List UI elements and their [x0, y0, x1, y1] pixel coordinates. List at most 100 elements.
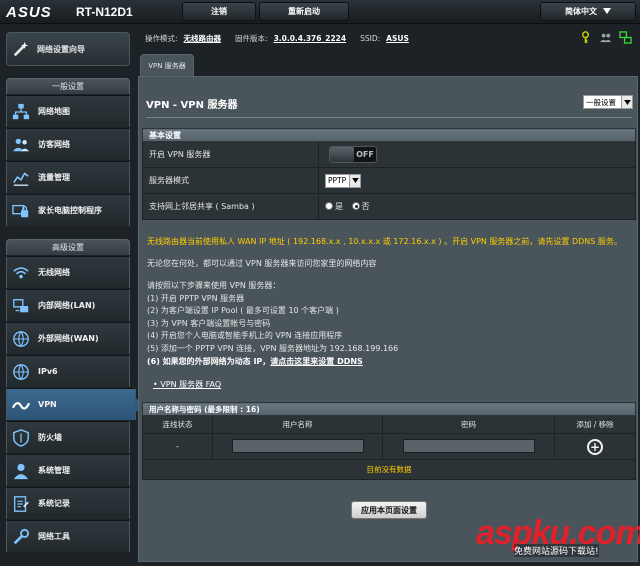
- language-label: 简体中文: [565, 7, 597, 16]
- status-line: 操作模式: 无线路由器 固件版本: 3.0.0.4.376_2224 SSID:…: [145, 32, 409, 44]
- step-item: (1) 开启 PPTP VPN 服务器: [147, 293, 245, 303]
- main-panel: VPN - VPN 服务器 一般设置 基本设置 开启 VPN 服务器 OFF 服…: [138, 76, 638, 562]
- samba-no-radio[interactable]: 否: [351, 201, 370, 212]
- sidebar-item-guest-network[interactable]: 访客网络: [6, 128, 130, 160]
- chevron-down-icon: [621, 96, 632, 108]
- sidebar-item-label: 家长电脑控制程序: [38, 206, 102, 215]
- firmware-version-link[interactable]: 3.0.0.4.376_2224: [274, 34, 347, 43]
- step6-text: (6) 如果您的外部网络为动态 IP，: [147, 356, 271, 366]
- sidebar-item-parental-control[interactable]: 家长电脑控制程序: [6, 194, 130, 226]
- col-connection-status: 连线状态: [142, 415, 213, 434]
- asus-logo: ASUS: [6, 4, 52, 21]
- ssid-label: SSID:: [360, 33, 381, 43]
- sidebar-item-wan[interactable]: 外部网络(WAN): [6, 322, 130, 354]
- page-title: VPN - VPN 服务器: [146, 100, 238, 111]
- settings-type-select[interactable]: 一般设置: [583, 95, 633, 109]
- quick-setup-button[interactable]: 网络设置向导: [6, 32, 130, 66]
- traffic-manager-icon: [11, 168, 31, 188]
- tab-vpn-server[interactable]: VPN 服务器: [140, 54, 194, 76]
- operation-mode-link[interactable]: 无线路由器: [184, 33, 222, 44]
- samba-label: 支持网上邻居共享 ( Samba ): [142, 193, 319, 220]
- reboot-button[interactable]: 重新启动: [259, 2, 349, 21]
- guest-network-icon: [11, 135, 31, 155]
- sidebar-item-administration[interactable]: 系统管理: [6, 454, 130, 486]
- watermark-sub: 免费网站源码下载站!: [514, 544, 599, 557]
- sidebar-item-wireless[interactable]: 无线网络: [6, 256, 130, 288]
- sidebar-item-label: 网络地图: [38, 107, 70, 116]
- password-input[interactable]: [402, 438, 535, 453]
- logout-button[interactable]: 注销: [182, 2, 256, 21]
- sidebar-item-label: 无线网络: [38, 268, 70, 277]
- steps-intro: 请按照以下步骤来使用 VPN 服务器：: [147, 281, 281, 290]
- faq-label: VPN 服务器 FAQ: [160, 380, 222, 389]
- ddns-warning: 无线路由器当前使用私人 WAN IP 地址 ( 192.168.x.x , 10…: [147, 237, 622, 246]
- samba-yes-radio[interactable]: 是: [325, 201, 343, 212]
- step-item: (4) 开启您个人电脑或智能手机上的 VPN 连接应用程序: [147, 331, 343, 341]
- step-item: (5) 添加一个 PPTP VPN 连接，VPN 服务器地址为 192.168.…: [147, 343, 399, 353]
- wireless-icon: [11, 263, 31, 283]
- server-mode-value: PPTP: [328, 176, 347, 185]
- chevron-down-icon: [349, 174, 360, 187]
- vpn-faq-link[interactable]: • VPN 服务器 FAQ: [153, 379, 221, 390]
- add-user-button[interactable]: +: [587, 438, 603, 455]
- sidebar-item-vpn[interactable]: VPN: [6, 388, 143, 420]
- settings-type-value: 一般设置: [586, 97, 616, 107]
- sidebar-item-label: 网络工具: [38, 532, 70, 541]
- ddns-setup-link[interactable]: 请点击这里来设置 DDNS: [270, 357, 363, 366]
- vpn-steps: 请按照以下步骤来使用 VPN 服务器： (1) 开启 PPTP VPN 服务器 …: [147, 280, 398, 368]
- language-select[interactable]: 简体中文: [540, 2, 636, 21]
- server-mode-label: 服务器模式: [142, 167, 319, 194]
- sidebar-item-label: VPN: [38, 400, 57, 409]
- sidebar-item-firewall[interactable]: 防火墙: [6, 421, 130, 453]
- wan-icon: [11, 329, 31, 349]
- chevron-down-icon: [603, 7, 611, 16]
- step-item-6: (6) 如果您的外部网络为动态 IP，请点击这里来设置 DDNS: [147, 356, 398, 369]
- sidebar-item-label: 防火墙: [38, 433, 62, 442]
- network-map-icon: [11, 102, 31, 122]
- wps-key-icon[interactable]: [578, 30, 592, 44]
- radio-dot: [325, 202, 333, 211]
- sidebar-item-network-tools[interactable]: 网络工具: [6, 520, 130, 552]
- firewall-icon: [11, 428, 31, 448]
- username-input[interactable]: [231, 438, 364, 453]
- sidebar-item-system-log[interactable]: 系统记录: [6, 487, 130, 519]
- new-user-row: - +: [142, 433, 636, 460]
- toggle-knob: [330, 146, 354, 162]
- toggle-state: OFF: [356, 149, 374, 159]
- top-bar: ASUS RT-N12D1 注销 重新启动 简体中文: [0, 0, 640, 24]
- clients-icon[interactable]: [598, 30, 612, 44]
- general-settings-header: 一般设置: [6, 78, 130, 94]
- magic-wand-icon: [11, 39, 31, 59]
- sidebar-item-label: IPv6: [38, 367, 58, 376]
- ssid-link[interactable]: ASUS: [386, 34, 409, 43]
- status-icons: [578, 30, 632, 44]
- col-password: 密码: [382, 415, 555, 434]
- system-log-icon: [11, 494, 31, 514]
- model-name: RT-N12D1: [76, 5, 133, 19]
- sidebar-item-ipv6[interactable]: IPv6: [6, 355, 130, 387]
- apply-button[interactable]: 应用本页面设置: [351, 501, 427, 519]
- enable-vpn-label: 开启 VPN 服务器: [142, 141, 319, 168]
- enable-vpn-toggle[interactable]: OFF: [329, 145, 377, 163]
- server-mode-select[interactable]: PPTP: [325, 173, 361, 188]
- sidebar-item-traffic-manager[interactable]: 流量管理: [6, 161, 130, 193]
- status-cell: -: [142, 433, 213, 460]
- basic-settings-table: 基本设置 开启 VPN 服务器 OFF 服务器模式 PPTP 支持网上邻居共享 …: [142, 128, 636, 220]
- network-status-icon[interactable]: [618, 30, 632, 44]
- sidebar-item-lan[interactable]: 内部网络(LAN): [6, 289, 130, 321]
- sidebar-item-label: 内部网络(LAN): [38, 301, 96, 310]
- vpn-users-table: 用户名称与密码 (最多限制 : 16) 连线状态 用户名称 密码 添加 / 移除…: [142, 402, 636, 480]
- radio-dot-selected: [351, 202, 360, 211]
- basic-settings-header: 基本设置: [142, 128, 636, 142]
- step-item: (2) 为客户端设置 IP Pool ( 最多可设置 10 个客户端 ): [147, 306, 339, 316]
- plus-icon: +: [589, 439, 601, 454]
- samba-row: 支持网上邻居共享 ( Samba ) 是 否: [142, 193, 636, 220]
- col-username: 用户名称: [212, 415, 383, 434]
- sidebar-item-label: 流量管理: [38, 173, 70, 182]
- sidebar-item-label: 系统管理: [38, 466, 70, 475]
- sidebar-item-network-map[interactable]: 网络地图: [6, 95, 130, 127]
- firmware-label: 固件版本:: [235, 33, 268, 43]
- enable-vpn-row: 开启 VPN 服务器 OFF: [142, 141, 636, 168]
- sidebar-item-label: 系统记录: [38, 499, 70, 508]
- col-add-remove: 添加 / 移除: [554, 415, 636, 434]
